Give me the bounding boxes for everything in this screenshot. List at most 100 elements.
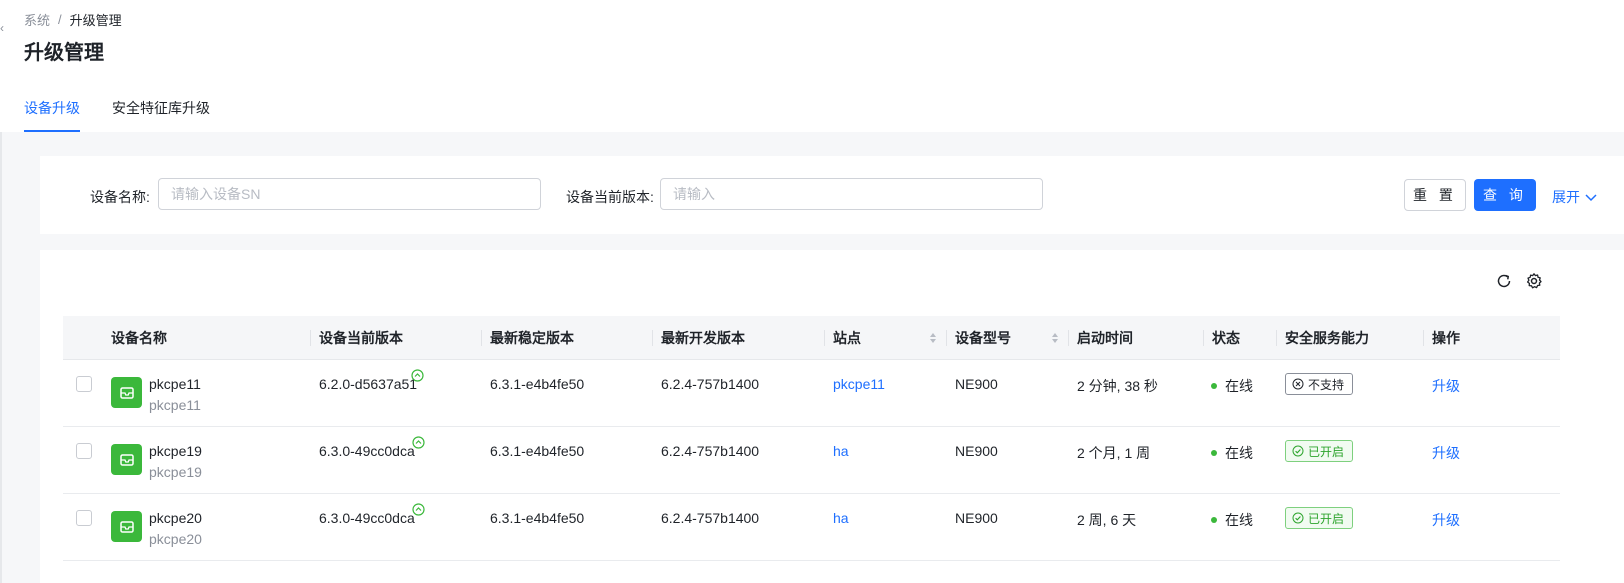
tab-device-upgrade[interactable]: 设备升级: [24, 98, 80, 132]
column-divider: [1068, 330, 1069, 346]
col-status: 状态: [1212, 330, 1240, 346]
site-link[interactable]: pkcpe11: [833, 376, 885, 392]
table-header: 设备名称 设备当前版本 最新稳定版本 最新开发版本 站点 设备型号 启动时间 状…: [63, 316, 1560, 360]
row-checkbox[interactable]: [76, 510, 92, 526]
upgrade-action-link[interactable]: 升级: [1432, 376, 1460, 396]
breadcrumb-current: 升级管理: [69, 13, 122, 28]
dev-version: 6.2.4-757b1400: [661, 443, 760, 459]
expand-label: 展开: [1552, 189, 1580, 205]
column-divider: [1276, 330, 1277, 346]
online-status-dot: [1211, 450, 1217, 456]
current-version: 6.3.0-49cc0dca: [319, 510, 415, 526]
breadcrumb: 系统 / 升级管理: [24, 10, 122, 29]
column-divider: [310, 330, 311, 346]
sort-icon[interactable]: [929, 332, 937, 344]
col-model[interactable]: 设备型号: [955, 316, 1011, 360]
col-security: 安全服务能力: [1285, 330, 1369, 346]
current-version: 6.3.0-49cc0dca: [319, 443, 415, 459]
collapse-sidebar-icon[interactable]: ‹: [0, 18, 8, 38]
device-model: NE900: [955, 510, 998, 526]
security-status-label: 已开启: [1308, 444, 1345, 459]
device-name-label: 设备名称:: [90, 189, 150, 205]
arrow-up-circle-icon: [412, 436, 425, 449]
uptime: 2 周, 6 天: [1077, 512, 1137, 528]
security-status-badge: 已开启: [1285, 440, 1354, 462]
device-box-icon: [111, 377, 142, 408]
device-name-input[interactable]: [158, 178, 541, 210]
search-panel: 设备名称: 设备当前版本: 重 置 查 询 展开: [40, 156, 1624, 234]
site-link[interactable]: ha: [833, 443, 849, 459]
device-table: 设备名称 设备当前版本 最新稳定版本 最新开发版本 站点 设备型号 启动时间 状…: [63, 316, 1560, 561]
table-row: pkcpe19 pkcpe19 6.3.0-49cc0dca 6.3.1-e4b…: [63, 427, 1560, 494]
version-input[interactable]: [660, 178, 1043, 210]
stable-version: 6.3.1-e4b4fe50: [490, 376, 585, 392]
device-name: pkcpe20: [149, 510, 202, 526]
device-sn: pkcpe20: [149, 531, 202, 547]
breadcrumb-root[interactable]: 系统: [24, 10, 50, 29]
chevron-down-icon: [1585, 194, 1597, 202]
check-circle-icon: [1292, 512, 1304, 524]
check-circle-icon: [1292, 445, 1304, 457]
current-version: 6.2.0-d5637a51: [319, 376, 418, 392]
col-uptime: 启动时间: [1077, 330, 1133, 346]
page-header: ‹ 系统 / 升级管理 升级管理 设备升级 安全特征库升级: [0, 0, 1624, 132]
stable-version: 6.3.1-e4b4fe50: [490, 443, 585, 459]
dev-version: 6.2.4-757b1400: [661, 510, 760, 526]
query-button[interactable]: 查 询: [1474, 179, 1536, 211]
security-status-label: 已开启: [1308, 511, 1345, 526]
status-text: 在线: [1225, 378, 1253, 394]
device-box-icon: [111, 444, 142, 475]
status-text: 在线: [1225, 445, 1253, 461]
column-divider: [824, 330, 825, 346]
column-divider: [652, 330, 653, 346]
table-row: pkcpe20 pkcpe20 6.3.0-49cc0dca 6.3.1-e4b…: [63, 494, 1560, 561]
online-status-dot: [1211, 383, 1217, 389]
reset-button[interactable]: 重 置: [1404, 179, 1466, 211]
gear-icon[interactable]: [1525, 272, 1543, 290]
device-name: pkcpe19: [149, 443, 202, 459]
uptime: 2 个月, 1 周: [1077, 445, 1151, 461]
status-text: 在线: [1225, 512, 1253, 528]
page-title: 升级管理: [24, 42, 104, 64]
device-box-icon: [111, 511, 142, 542]
expand-filters-button[interactable]: 展开: [1552, 187, 1598, 207]
security-status-badge: 已开启: [1285, 507, 1354, 529]
device-sn: pkcpe11: [149, 397, 201, 413]
table-row: pkcpe11 pkcpe11 6.2.0-d5637a51 6.3.1-e4b…: [63, 360, 1560, 427]
column-divider: [1203, 330, 1204, 346]
row-checkbox[interactable]: [76, 443, 92, 459]
column-divider: [1423, 330, 1424, 346]
tab-security-signature-upgrade[interactable]: 安全特征库升级: [112, 98, 210, 132]
security-status-badge: 不支持: [1285, 373, 1354, 395]
col-device-name: 设备名称: [111, 330, 167, 346]
refresh-icon[interactable]: [1495, 272, 1513, 290]
upgrade-action-link[interactable]: 升级: [1432, 443, 1460, 463]
tab-bar: 设备升级 安全特征库升级: [24, 98, 210, 132]
dev-version: 6.2.4-757b1400: [661, 376, 760, 392]
close-circle-icon: [1292, 378, 1304, 390]
device-table-card: 设备名称 设备当前版本 最新稳定版本 最新开发版本 站点 设备型号 启动时间 状…: [40, 250, 1624, 583]
breadcrumb-separator: /: [58, 12, 62, 27]
column-divider: [481, 330, 482, 346]
col-current-version: 设备当前版本: [319, 330, 403, 346]
arrow-up-circle-icon: [412, 503, 425, 516]
stable-version: 6.3.1-e4b4fe50: [490, 510, 585, 526]
device-model: NE900: [955, 443, 998, 459]
column-divider: [946, 330, 947, 346]
security-status-label: 不支持: [1308, 377, 1345, 392]
col-action: 操作: [1432, 330, 1460, 346]
uptime: 2 分钟, 38 秒: [1077, 378, 1158, 394]
col-stable-version: 最新稳定版本: [490, 330, 574, 346]
online-status-dot: [1211, 517, 1217, 523]
device-name: pkcpe11: [149, 376, 201, 392]
device-sn: pkcpe19: [149, 464, 202, 480]
site-link[interactable]: ha: [833, 510, 849, 526]
upgrade-action-link[interactable]: 升级: [1432, 510, 1460, 530]
sort-icon[interactable]: [1051, 332, 1059, 344]
arrow-up-circle-icon: [411, 369, 424, 382]
version-label: 设备当前版本:: [566, 189, 654, 205]
device-model: NE900: [955, 376, 998, 392]
col-site[interactable]: 站点: [833, 316, 861, 360]
row-checkbox[interactable]: [76, 376, 92, 392]
col-dev-version: 最新开发版本: [661, 330, 745, 346]
